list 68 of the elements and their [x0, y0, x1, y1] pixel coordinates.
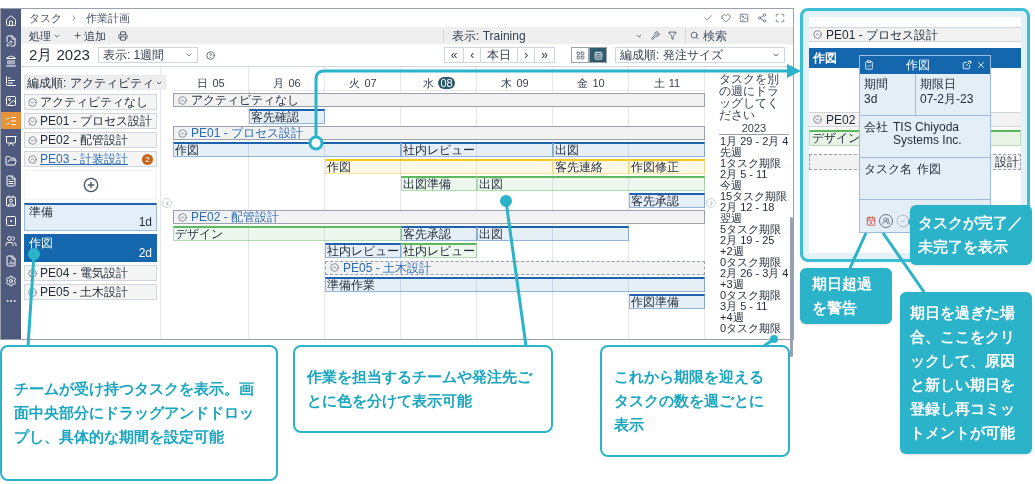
- date-label: 07: [364, 76, 377, 89]
- callout-note: チームが受け持つタスクを表示。画面中央部分にドラッグアンドドロップし、具体的な期間を設定可能: [0, 345, 278, 481]
- week-range: 2月 19 - 25: [720, 235, 775, 246]
- week-relative: 今週: [720, 180, 743, 191]
- week-relative: +4週: [720, 312, 745, 323]
- week-range: 3月 5 - 11: [720, 301, 768, 312]
- weekday-label: 日: [197, 76, 209, 89]
- due-count: 0タスク期限: [720, 323, 783, 334]
- drag-hint: タスクを別の週にドラッグしてください: [719, 73, 780, 121]
- count-badge: 2: [142, 153, 153, 165]
- callout-note: 期日超過を警告: [800, 268, 892, 324]
- date-label: 08: [438, 76, 455, 89]
- date-label: 09: [516, 76, 529, 89]
- group-label: PE02: [826, 113, 856, 126]
- week-range: 1月 29 - 2月 4: [720, 136, 789, 147]
- date-label: 11: [668, 76, 681, 89]
- date-label: 05: [212, 76, 225, 89]
- week-range: 2月 5 - 11: [720, 169, 768, 180]
- weekday-label: 木: [501, 76, 513, 89]
- weekday-label: 金: [577, 76, 589, 89]
- month-title: 2月 2023: [29, 47, 90, 63]
- field-label: 会社: [864, 121, 888, 136]
- field-value: 07-2月-23: [920, 93, 975, 105]
- activity-label: PE03 - 計装設計: [40, 153, 129, 165]
- field-value: 3d: [864, 93, 879, 105]
- group-label: アクティビティなし: [191, 94, 299, 106]
- due-count: 1タスク期限: [720, 158, 783, 169]
- activity-label: PE04 - 電気設計: [40, 267, 129, 279]
- due-count: 0タスク期限: [720, 290, 783, 301]
- field-value: TIS Chiyoda Systems Inc.: [893, 121, 963, 149]
- field-label: 期間: [864, 78, 889, 90]
- due-count: 5タスク期限: [720, 224, 783, 235]
- due-count: 15タスク期限: [720, 191, 789, 202]
- weekday-label: 火: [349, 76, 361, 89]
- task-duration: 1d: [138, 216, 152, 230]
- weekday-label: 土: [653, 76, 665, 89]
- week-relative: 先週: [720, 147, 743, 158]
- weekday-label: 月: [273, 76, 285, 89]
- group-label: PE02 - 配管設計: [191, 211, 280, 223]
- group-label: PE01 - プロセス設計: [826, 28, 939, 41]
- callout-note: これから期限を迎えるタスクの数を週ごとに表示: [600, 345, 790, 457]
- task-duration: 2d: [138, 247, 152, 261]
- field-value: 作図: [917, 163, 941, 178]
- field-label: 期限日: [920, 78, 957, 90]
- week-relative: +3週: [720, 279, 745, 290]
- group-label: PE05 - 土木設計: [343, 261, 432, 274]
- group-label: 設計: [995, 156, 1019, 168]
- activity-label: アクティビティなし: [40, 96, 148, 108]
- callout-note: 作業を担当するチームや発注先ごとに色を分けて表示可能: [293, 345, 553, 433]
- callout-note: タスクが完了／未完了を表示: [910, 205, 1032, 265]
- task-name: 準備: [29, 205, 53, 221]
- task-name: 作図: [29, 236, 53, 252]
- callout-note: 期日を過ぎた場合、ここをクリックして、原因と新しい期日を登録し再コミットメントが可能: [900, 292, 1032, 454]
- week-range: 2月 12 - 18: [720, 202, 775, 213]
- popup-title: 作図: [905, 59, 931, 71]
- group-label: PE01 - プロセス設計: [191, 127, 304, 139]
- activity-label: PE05 - 土木設計: [40, 286, 129, 298]
- week-relative: +2週: [720, 246, 745, 257]
- activity-label: PE01 - プロセス設計: [40, 115, 153, 127]
- week-relative: 翌週: [720, 213, 743, 224]
- activity-label: PE02 - 配管設計: [40, 134, 129, 146]
- weekday-label: 水: [423, 76, 435, 89]
- year-label: 2023: [719, 122, 789, 135]
- field-label: タスク名: [864, 163, 912, 178]
- date-label: 06: [288, 76, 301, 89]
- week-range: 2月 26 - 3月 4: [720, 268, 789, 279]
- due-count: 0タスク期限: [720, 257, 783, 268]
- date-label: 10: [592, 76, 605, 89]
